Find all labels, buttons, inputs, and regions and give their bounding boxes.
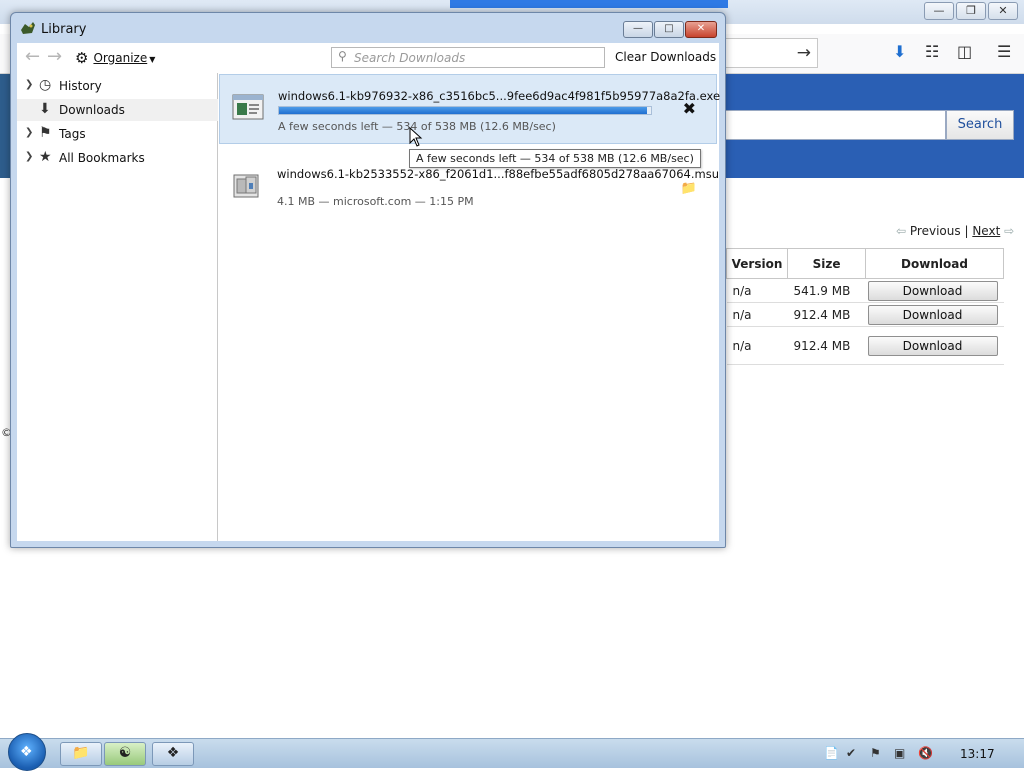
library-maximize-button[interactable]: □	[654, 21, 684, 38]
taskbar-explorer-button[interactable]: 📁	[60, 742, 102, 766]
column-header-version[interactable]: Version	[725, 248, 789, 279]
sidebar-item-history[interactable]: ❯ ◷ History	[17, 75, 218, 97]
msu-package-icon	[233, 174, 259, 198]
download-icon: ⬇	[39, 101, 51, 117]
folder-icon: 📁	[72, 745, 90, 761]
tray-action-center-flag-icon[interactable]: ⚑	[870, 746, 881, 760]
sidebar-item-label: Downloads	[59, 103, 125, 117]
download-filename: windows6.1-kb2533552-x86_f2061d1...f88ef…	[277, 167, 720, 181]
clock-icon: ◷	[39, 77, 52, 93]
column-header-size[interactable]: Size	[787, 248, 866, 279]
url-bar[interactable]: →	[726, 38, 818, 68]
forward-arrow-icon[interactable]: →	[47, 46, 62, 67]
windows-flag-icon: ❖	[166, 745, 180, 761]
clear-downloads-button[interactable]: Clear Downloads	[615, 50, 716, 64]
expand-chevron-icon[interactable]: ❯	[25, 151, 33, 162]
search-icon: ⚲	[338, 49, 347, 63]
library-minimize-button[interactable]: —	[623, 21, 653, 38]
cell-size: 912.4 MB	[787, 326, 866, 365]
taskbar-browser-button[interactable]: ☯	[104, 742, 146, 766]
search-downloads-input[interactable]	[352, 49, 600, 66]
table-header-row: Version Size Download	[725, 248, 1004, 279]
library-title: Library	[41, 22, 87, 37]
library-app-icon	[21, 22, 35, 34]
expand-chevron-icon[interactable]: ❯	[25, 79, 33, 90]
dropdown-caret-icon: ▼	[149, 55, 156, 64]
cell-size: 912.4 MB	[787, 302, 866, 327]
sidebar-item-label: All Bookmarks	[59, 151, 145, 165]
download-filename: windows6.1-kb976932-x86_c3516bc5...9fee6…	[278, 89, 721, 103]
table-row: n/a 912.4 MB Download	[726, 302, 1004, 327]
hamburger-menu-icon[interactable]: ☰	[997, 42, 1011, 61]
column-header-download[interactable]: Download	[865, 248, 1004, 279]
taskbar-windows-button[interactable]: ❖	[152, 742, 194, 766]
start-button[interactable]: ❖	[8, 733, 46, 771]
tray-document-icon[interactable]: 📄	[824, 746, 839, 760]
library-icon[interactable]: ☷	[925, 42, 939, 61]
back-arrow-icon[interactable]: ←	[25, 46, 40, 67]
organize-label: Organize	[93, 51, 148, 65]
cell-size: 541.9 MB	[787, 278, 866, 303]
catalog-search-button[interactable]: Search	[946, 110, 1014, 140]
library-toolbar: ← → ⚙ Organize▼ ⚲ Clear Downloads	[17, 43, 719, 73]
go-arrow-icon[interactable]: →	[797, 43, 811, 63]
gear-icon: ⚙	[75, 49, 89, 67]
catalog-search-input[interactable]	[726, 110, 946, 140]
cell-version: n/a	[726, 326, 788, 365]
progress-fill	[279, 107, 648, 114]
browser-restore-button[interactable]: ❐	[956, 2, 986, 20]
exe-file-icon	[232, 94, 264, 120]
downloads-list: windows6.1-kb976932-x86_c3516bc5...9fee6…	[219, 73, 721, 541]
sidebar-item-label: History	[59, 79, 102, 93]
open-folder-icon[interactable]: 📁	[681, 181, 697, 196]
cell-version: n/a	[726, 278, 788, 303]
expand-chevron-icon[interactable]: ❯	[25, 127, 33, 138]
cell-version: n/a	[726, 302, 788, 327]
table-row: n/a 541.9 MB Download	[726, 278, 1004, 303]
table-row: n/a 912.4 MB Download	[726, 326, 1004, 365]
cancel-download-icon[interactable]: ✖	[683, 99, 696, 118]
downloads-toolbar-icon[interactable]: ⬇	[893, 42, 906, 61]
star-icon: ★	[39, 149, 52, 165]
sidebar-item-downloads[interactable]: ⬇ Downloads	[17, 99, 218, 121]
library-client-area: ← → ⚙ Organize▼ ⚲ Clear Downloads ❯ ◷ His…	[17, 43, 721, 541]
sidebar-item-all-bookmarks[interactable]: ❯ ★ All Bookmarks	[17, 147, 218, 169]
download-button[interactable]: Download	[867, 304, 998, 325]
sidebar-item-tags[interactable]: ❯ ⚑ Tags	[17, 123, 218, 145]
sidebar-item-label: Tags	[59, 127, 86, 141]
download-status: 4.1 MB — microsoft.com — 1:15 PM	[277, 195, 474, 208]
taskbar: ❖ 📁 ☯ ❖ 📄 ✔ ⚑ ▣ 🔇 13:17	[0, 733, 1024, 771]
tray-volume-muted-icon[interactable]: 🔇	[918, 746, 933, 760]
previous-link[interactable]: Previous	[910, 224, 961, 238]
banner-image-strip	[0, 74, 10, 178]
library-sidebar: ❯ ◷ History ⬇ Downloads ❯ ⚑ Tags ❯ ★ All…	[17, 73, 218, 541]
search-downloads-box[interactable]: ⚲	[331, 47, 605, 68]
library-close-button[interactable]: ✕	[685, 21, 717, 38]
download-status-tooltip: A few seconds left — 534 of 538 MB (12.6…	[409, 149, 701, 168]
tray-security-icon[interactable]: ✔	[846, 746, 856, 760]
updates-table: Version Size Download n/a 541.9 MB Downl…	[725, 248, 1004, 365]
pager: ⇦ Previous | Next ⇨	[896, 224, 1014, 238]
active-tab-highlight	[450, 0, 728, 8]
windows-logo-icon: ❖	[20, 744, 33, 760]
tray-network-icon[interactable]: ▣	[894, 746, 905, 760]
next-arrow-icon: ⇨	[1004, 224, 1015, 238]
tag-icon: ⚑	[39, 125, 52, 141]
organize-menu-button[interactable]: ⚙ Organize ▼	[75, 49, 155, 67]
browser-close-button[interactable]: ✕	[988, 2, 1018, 20]
previous-arrow-icon: ⇦	[896, 224, 907, 238]
pager-separator: |	[964, 224, 969, 238]
next-link[interactable]: Next	[972, 224, 1000, 238]
library-titlebar[interactable]: Library — □ ✕	[11, 13, 725, 43]
download-button[interactable]: Download	[867, 335, 998, 356]
mouse-cursor-icon	[409, 127, 423, 147]
download-progress-bar	[278, 106, 652, 115]
taskbar-clock[interactable]: 13:17	[960, 747, 995, 761]
sidebar-icon[interactable]: ◫	[957, 42, 972, 61]
browser-minimize-button[interactable]: —	[924, 2, 954, 20]
library-window: Library — □ ✕ ← → ⚙ Organize▼ ⚲ Clear Dow…	[10, 12, 726, 548]
download-item-active[interactable]: windows6.1-kb976932-x86_c3516bc5...9fee6…	[219, 74, 721, 144]
browser-app-icon: ☯	[118, 745, 132, 761]
download-button[interactable]: Download	[867, 280, 998, 301]
